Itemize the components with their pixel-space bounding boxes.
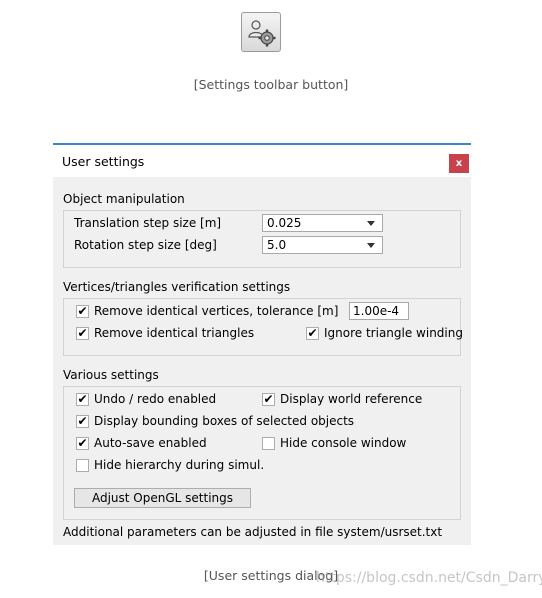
translation-step-value: 0.025 — [267, 216, 302, 230]
close-button[interactable]: x — [449, 154, 469, 173]
autosave-checkbox[interactable]: ✔ — [76, 437, 89, 450]
rotation-step-combo[interactable]: 5.0 — [262, 236, 383, 254]
watermark: https://blog.csdn.net/Csdn_Darry — [316, 570, 542, 586]
remove-triangles-checkbox[interactable]: ✔ — [76, 327, 89, 340]
tolerance-input[interactable]: 1.00e-4 — [349, 302, 409, 320]
various-settings-title: Various settings — [63, 368, 159, 382]
remove-triangles-label: Remove identical triangles — [94, 326, 255, 340]
adjust-opengl-button[interactable]: Adjust OpenGL settings — [74, 488, 251, 508]
undo-redo-label: Undo / redo enabled — [94, 392, 217, 406]
autosave-label: Auto-save enabled — [94, 436, 207, 450]
chevron-down-icon — [367, 243, 375, 248]
translation-step-combo[interactable]: 0.025 — [262, 214, 383, 232]
hide-hierarchy-label: Hide hierarchy during simul. — [94, 458, 265, 472]
bounding-boxes-label: Display bounding boxes of selected objec… — [94, 414, 355, 428]
object-manipulation-title: Object manipulation — [63, 192, 185, 206]
ignore-winding-label: Ignore triangle winding — [324, 326, 463, 340]
verification-title: Vertices/triangles verification settings — [63, 280, 291, 294]
hide-console-checkbox[interactable] — [262, 437, 275, 450]
bounding-boxes-checkbox[interactable]: ✔ — [76, 415, 89, 428]
settings-toolbar-button[interactable] — [241, 12, 281, 52]
rotation-step-label: Rotation step size [deg] — [74, 238, 217, 252]
user-settings-dialog: User settings x Object manipulation Tran… — [53, 143, 471, 545]
remove-vertices-checkbox[interactable]: ✔ — [76, 305, 89, 318]
chevron-down-icon — [367, 221, 375, 226]
rotation-step-value: 5.0 — [267, 238, 287, 252]
dialog-titlebar: User settings x — [53, 145, 471, 177]
hide-console-label: Hide console window — [280, 436, 407, 450]
footer-note: Additional parameters can be adjusted in… — [63, 525, 443, 539]
hide-hierarchy-checkbox[interactable] — [76, 459, 89, 472]
toolbar-caption: [Settings toolbar button] — [193, 77, 349, 92]
dialog-title: User settings — [62, 154, 145, 169]
world-reference-checkbox[interactable]: ✔ — [262, 393, 275, 406]
user-settings-icon — [248, 20, 276, 47]
translation-step-label: Translation step size [m] — [74, 216, 222, 230]
world-reference-label: Display world reference — [280, 392, 423, 406]
remove-vertices-label: Remove identical vertices, tolerance [m] — [94, 304, 339, 318]
ignore-winding-checkbox[interactable]: ✔ — [306, 327, 319, 340]
undo-redo-checkbox[interactable]: ✔ — [76, 393, 89, 406]
